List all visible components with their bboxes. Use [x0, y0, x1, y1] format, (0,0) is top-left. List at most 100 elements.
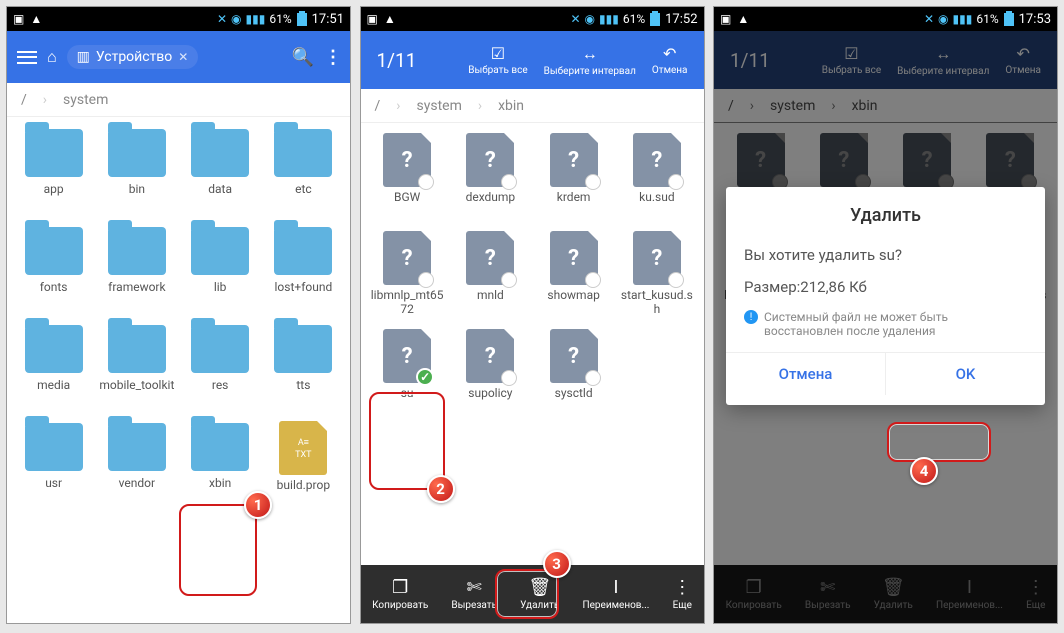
file-showmap[interactable]: ?showmap [533, 229, 614, 323]
folder-icon [191, 423, 249, 471]
dialog-size: Размер:212,86 Кб [744, 278, 1027, 296]
file-label: media [37, 379, 70, 393]
check-icon: ✓ [416, 368, 434, 386]
cut-button[interactable]: ✄Вырезать [451, 577, 497, 611]
home-icon[interactable]: ⌂ [47, 47, 57, 67]
wifi-icon: ◉ [585, 12, 595, 26]
more-button[interactable]: ⋮Еще [673, 577, 692, 611]
folder-icon [191, 325, 249, 373]
crumb-root[interactable]: / [375, 98, 381, 114]
folder-vendor[interactable]: vendor [96, 419, 177, 513]
folder-app[interactable]: app [13, 125, 94, 219]
folder-icon [191, 129, 249, 177]
status-bar: ▣▲ ✕◉▮▮▮ 61% 17:53 [714, 7, 1057, 31]
battery-text: 61% [976, 12, 998, 26]
battery-icon [1003, 11, 1015, 27]
select-circle[interactable] [501, 370, 517, 386]
file-label: fonts [40, 281, 68, 295]
phone-screen-2: ▣▲ ✕◉▮▮▮ 61% 17:52 1/11 ☑Выбрать все ↔Вы… [360, 6, 705, 624]
select-circle[interactable] [668, 272, 684, 288]
folder-media[interactable]: media [13, 321, 94, 415]
folder-icon [25, 325, 83, 373]
select-circle[interactable] [501, 174, 517, 190]
unknown-file-icon: ? [550, 329, 598, 383]
file-label: tts [296, 379, 310, 393]
breadcrumb[interactable]: /› system› xbin [361, 89, 704, 123]
dialog-cancel-button[interactable]: Отмена [726, 353, 885, 395]
file-build-prop[interactable]: A≡TXTbuild.prop [263, 419, 344, 513]
crumb-system[interactable]: system [417, 98, 462, 114]
file-ku.sud[interactable]: ?ku.sud [616, 131, 697, 225]
select-circle[interactable] [585, 174, 601, 190]
file-mnld[interactable]: ?mnld [450, 229, 531, 323]
breadcrumb[interactable]: / › system [7, 83, 350, 117]
file-label: supolicy [468, 387, 512, 401]
file-label: xbin [209, 477, 231, 491]
file-start_kusud.sh[interactable]: ?start_kusud.sh [616, 229, 697, 323]
file-su[interactable]: ?✓su [367, 327, 448, 421]
battery-icon [649, 11, 661, 27]
scissors-icon: ✄ [451, 577, 497, 598]
folder-usr[interactable]: usr [13, 419, 94, 513]
folder-data[interactable]: data [180, 125, 261, 219]
info-icon: ! [744, 310, 758, 324]
folder-tts[interactable]: tts [263, 321, 344, 415]
no-sim-icon: ✕ [924, 12, 934, 26]
rename-button[interactable]: IПереименов... [582, 577, 649, 611]
image-icon: ▣ [13, 12, 24, 26]
folder-xbin[interactable]: xbin [180, 419, 261, 513]
bottom-actions: ❐Копировать ✄Вырезать 🗑Удалить IПереимен… [361, 565, 704, 623]
select-circle[interactable] [501, 272, 517, 288]
dialog-ok-button[interactable]: OK [885, 353, 1045, 395]
device-chip[interactable]: ▥ Устройство ✕ [67, 45, 199, 69]
folder-fonts[interactable]: fonts [13, 223, 94, 317]
folder-bin[interactable]: bin [96, 125, 177, 219]
select-circle[interactable] [418, 174, 434, 190]
file-BGW[interactable]: ?BGW [367, 131, 448, 225]
select-circle[interactable] [668, 174, 684, 190]
search-icon[interactable]: 🔍 [292, 47, 314, 68]
file-libmnlp_mt6572[interactable]: ?libmnlp_mt6572 [367, 229, 448, 323]
unknown-file-icon: ? [466, 231, 514, 285]
file-dexdump[interactable]: ?dexdump [450, 131, 531, 225]
no-sim-icon: ✕ [217, 12, 227, 26]
select-circle[interactable] [585, 272, 601, 288]
file-label: build.prop [277, 479, 330, 493]
delete-button[interactable]: 🗑Удалить [520, 577, 559, 611]
dialog-message: Вы хотите удалить su? [744, 246, 1027, 264]
trash-icon: 🗑 [520, 577, 559, 598]
range-icon: ↔ [544, 44, 636, 64]
crumb-system[interactable]: system [63, 92, 108, 108]
folder-lost+found[interactable]: lost+found [263, 223, 344, 317]
folder-icon [25, 129, 83, 177]
folder-lib[interactable]: lib [180, 223, 261, 317]
dialog-note: ! Системный файл не может быть восстанов… [744, 310, 1027, 338]
file-label: data [208, 183, 232, 197]
folder-mobile_toolkit[interactable]: mobile_toolkit [96, 321, 177, 415]
crumb-xbin[interactable]: xbin [498, 98, 524, 114]
battery-icon [296, 11, 308, 27]
select-all-button[interactable]: ☑Выбрать все [460, 44, 535, 76]
unknown-file-icon: ? [550, 231, 598, 285]
select-circle[interactable] [585, 370, 601, 386]
folder-icon [108, 325, 166, 373]
crumb-root[interactable]: / [21, 92, 27, 108]
file-supolicy[interactable]: ?supolicy [450, 327, 531, 421]
copy-button[interactable]: ❐Копировать [372, 577, 428, 611]
file-label: start_kusud.sh [618, 289, 696, 317]
chevron-icon: › [43, 92, 47, 108]
file-krdem[interactable]: ?krdem [533, 131, 614, 225]
menu-icon[interactable] [17, 51, 37, 64]
folder-etc[interactable]: etc [263, 125, 344, 219]
folder-framework[interactable]: framework [96, 223, 177, 317]
select-circle[interactable] [418, 272, 434, 288]
image-icon: ▣ [720, 12, 731, 26]
cancel-button[interactable]: ↶Отмена [644, 44, 696, 76]
overflow-icon[interactable]: ⋮ [324, 47, 340, 68]
file-sysctld[interactable]: ?sysctld [533, 327, 614, 421]
select-range-button[interactable]: ↔Выберите интервал [536, 44, 644, 77]
close-chip-icon[interactable]: ✕ [178, 50, 188, 64]
folder-res[interactable]: res [180, 321, 261, 415]
warning-icon: ▲ [384, 12, 396, 26]
phone-screen-1: ▣ ▲ ✕ ◉ ▮▮▮ 61% 17:51 ⌂ ▥ Устройство ✕ 🔍… [6, 6, 351, 624]
